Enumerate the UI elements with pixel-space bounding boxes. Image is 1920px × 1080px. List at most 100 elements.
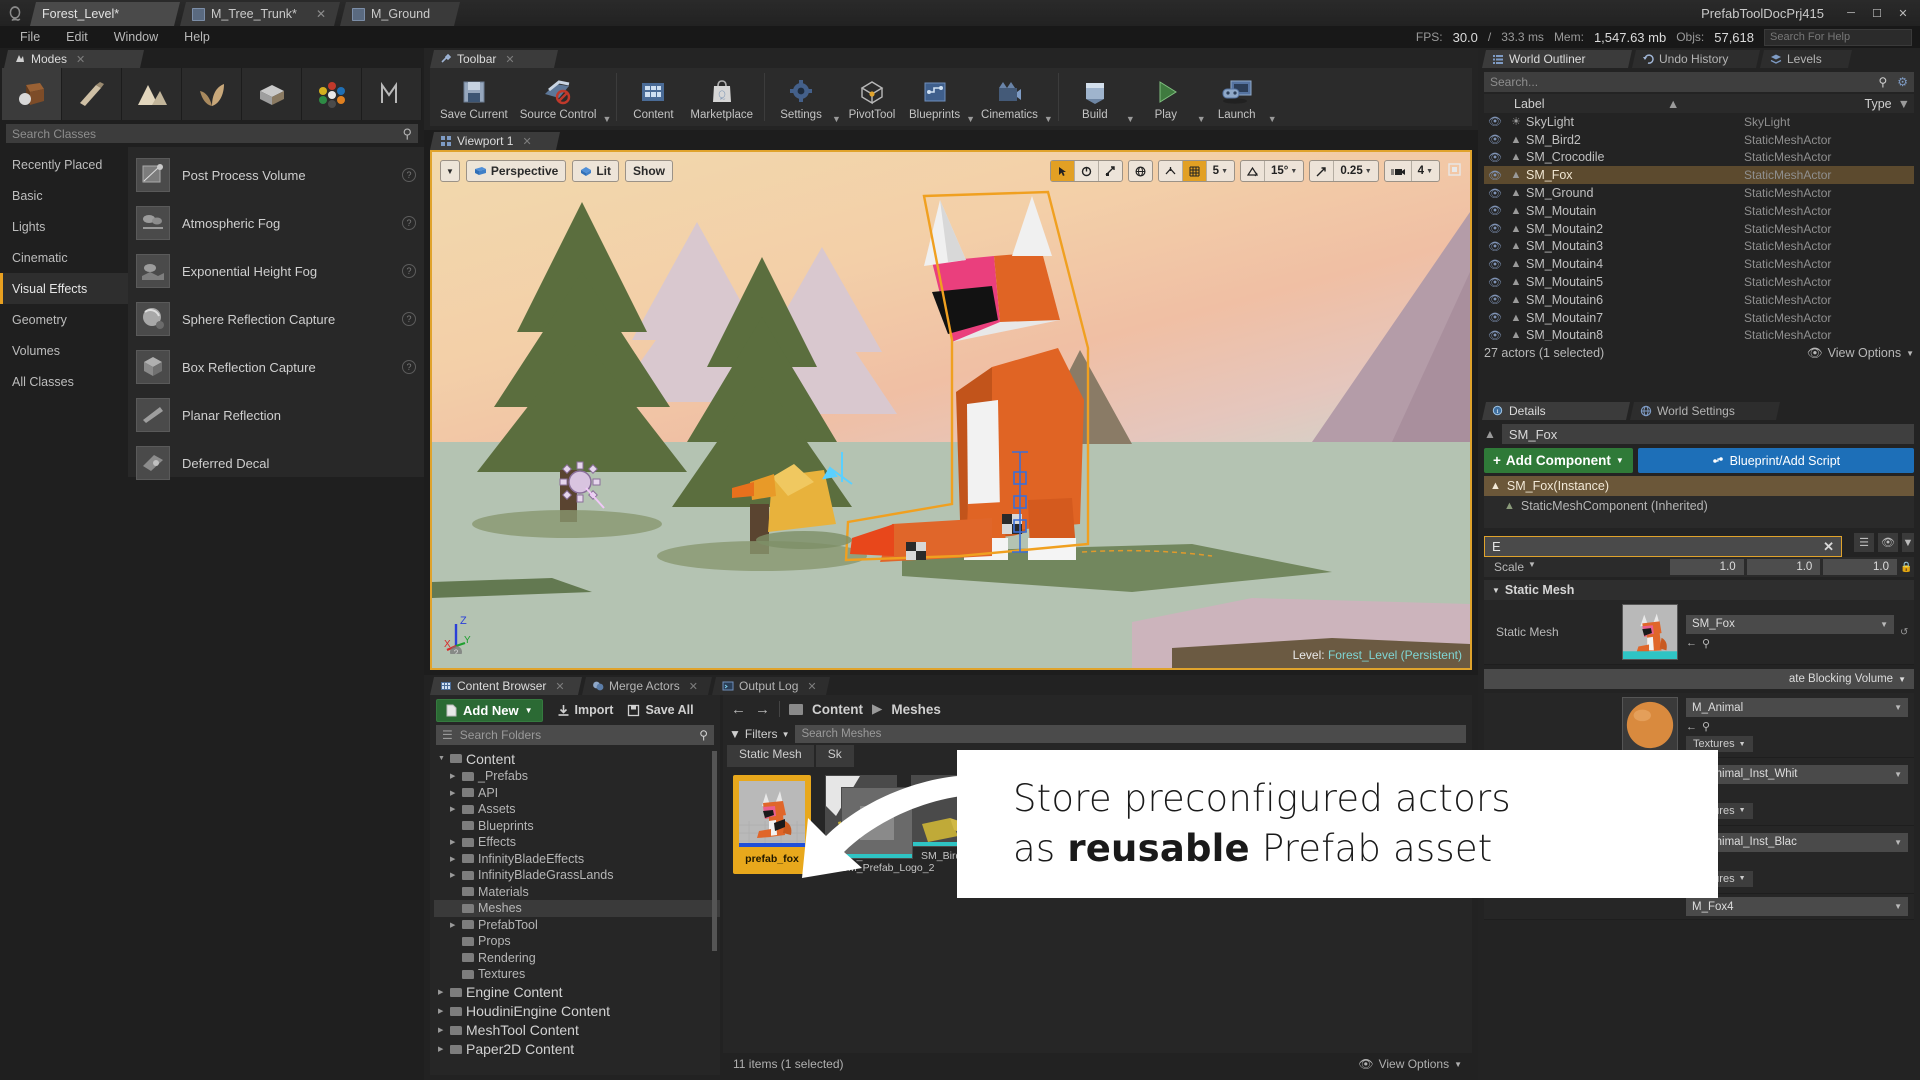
tree-node-materials[interactable]: Materials: [434, 884, 720, 901]
place-mode-icon[interactable]: [2, 68, 62, 120]
tree-node-api[interactable]: ▶ API: [434, 785, 720, 802]
tree-node-effects[interactable]: ▶ Effects: [434, 834, 720, 851]
mesh-paint-mode-icon[interactable]: [302, 68, 362, 120]
window-tab-m-tree-trunk[interactable]: M_Tree_Trunk* ✕: [180, 2, 340, 26]
visibility-eye-icon[interactable]: 👁: [1484, 187, 1506, 200]
close-icon[interactable]: ✕: [689, 680, 698, 693]
tree-node-paper2d-content[interactable]: ▶ Paper2D Content: [434, 1040, 720, 1059]
tab-viewport-1[interactable]: Viewport 1 ✕: [430, 132, 560, 150]
meshtool-mode-icon[interactable]: [362, 68, 422, 120]
category-visual-effects[interactable]: Visual Effects: [0, 273, 128, 304]
back-icon[interactable]: ←: [731, 701, 746, 718]
visibility-eye-icon[interactable]: 👁: [1484, 258, 1506, 271]
tree-node-engine-content[interactable]: ▶ Engine Content: [434, 983, 720, 1002]
close-icon[interactable]: ✕: [76, 53, 85, 66]
visibility-eye-icon[interactable]: 👁: [1484, 276, 1506, 289]
tree-node-houdiniengine-content[interactable]: ▶ HoudiniEngine Content: [434, 1002, 720, 1021]
details-list-view-icon[interactable]: ☰: [1854, 533, 1874, 552]
breadcrumb-meshes[interactable]: Meshes: [891, 702, 941, 717]
paint-mode-icon[interactable]: [62, 68, 122, 120]
tree-node-prefabtool[interactable]: ▶ PrefabTool: [434, 917, 720, 934]
outliner-row-sm-ground[interactable]: 👁 ▲ SM_Ground StaticMeshActor: [1484, 184, 1914, 202]
help-icon[interactable]: ?: [402, 360, 416, 374]
menu-file[interactable]: File: [8, 28, 52, 46]
rotation-snap-icon[interactable]: [1241, 161, 1265, 181]
outliner-row-sm-bird2[interactable]: 👁 ▲ SM_Bird2 StaticMeshActor: [1484, 131, 1914, 149]
chevron-down-icon[interactable]: ▼: [438, 755, 446, 762]
source-control-dropdown-icon[interactable]: ▼: [602, 98, 611, 124]
outliner-row-sm-moutain[interactable]: 👁 ▲ SM_Moutain StaticMeshActor: [1484, 202, 1914, 220]
chevron-right-icon[interactable]: ▶: [438, 1045, 446, 1053]
scale-snap-icon[interactable]: [1310, 161, 1335, 181]
outliner-row-sm-moutain4[interactable]: 👁 ▲ SM_Moutain4 StaticMeshActor: [1484, 255, 1914, 273]
maximize-viewport-icon[interactable]: [1447, 162, 1462, 180]
outliner-row-sm-fox[interactable]: 👁 ▲ SM_Fox StaticMeshActor: [1484, 166, 1914, 185]
placeable-atmospheric-fog[interactable]: Atmospheric Fog ?: [128, 199, 424, 247]
tab-output-log[interactable]: Output Log ✕: [712, 677, 830, 695]
placeable-deferred-decal[interactable]: Deferred Decal: [128, 439, 424, 487]
chip-skeletal-mesh[interactable]: Sk: [815, 745, 854, 767]
static-mesh-combo[interactable]: SM_Fox ▼: [1686, 614, 1894, 634]
chevron-right-icon[interactable]: ▶: [450, 871, 458, 879]
geometry-edit-mode-icon[interactable]: [242, 68, 302, 120]
column-settings-icon[interactable]: ▼: [1898, 97, 1914, 111]
tree-node-infinityblade-effects[interactable]: ▶ InfinityBladeEffects: [434, 851, 720, 868]
tab-content-browser[interactable]: Content Browser ✕: [430, 677, 582, 695]
category-volumes[interactable]: Volumes: [0, 335, 128, 366]
tab-details[interactable]: i Details: [1482, 402, 1630, 420]
chevron-right-icon[interactable]: ▶: [450, 855, 458, 863]
save-all-button[interactable]: Save All: [627, 703, 694, 717]
tab-world-outliner[interactable]: World Outliner: [1482, 50, 1632, 68]
visibility-eye-icon[interactable]: 👁: [1484, 311, 1506, 324]
close-icon[interactable]: ✕: [522, 135, 531, 148]
cinematics-dropdown-icon[interactable]: ▼: [1044, 98, 1053, 124]
close-icon[interactable]: ✕: [306, 7, 326, 21]
column-label[interactable]: Label: [1484, 97, 1749, 111]
outliner-settings-icon[interactable]: ⚙: [1897, 75, 1908, 89]
add-component-button[interactable]: + Add Component ▼: [1484, 448, 1633, 473]
material-combo[interactable]: M_Animal ▼: [1686, 698, 1908, 717]
placeable-post-process-volume[interactable]: Post Process Volume ?: [128, 151, 424, 199]
outliner-row-sm-moutain7[interactable]: 👁 ▲ SM_Moutain7 StaticMeshActor: [1484, 309, 1914, 327]
outliner-search-input[interactable]: Search... ⚲ ⚙: [1484, 72, 1914, 92]
blueprints-dropdown-icon[interactable]: ▼: [966, 98, 975, 124]
save-current-button[interactable]: Save Current: [434, 74, 514, 124]
tab-world-settings[interactable]: World Settings: [1630, 402, 1780, 420]
close-button[interactable]: ✕: [1890, 3, 1916, 23]
tree-node-infinityblade-grasslands[interactable]: ▶ InfinityBladeGrassLands: [434, 867, 720, 884]
outliner-row-sm-moutain5[interactable]: 👁 ▲ SM_Moutain5 StaticMeshActor: [1484, 273, 1914, 291]
menu-edit[interactable]: Edit: [54, 28, 100, 46]
visibility-eye-icon[interactable]: 👁: [1484, 329, 1506, 341]
menu-window[interactable]: Window: [102, 28, 170, 46]
visibility-eye-icon[interactable]: 👁: [1484, 151, 1506, 164]
foliage-mode-icon[interactable]: [182, 68, 242, 120]
clear-search-icon[interactable]: ✕: [1823, 539, 1834, 555]
help-icon[interactable]: ?: [402, 216, 416, 230]
tree-node-textures[interactable]: Textures: [434, 966, 720, 983]
window-tab-m-ground[interactable]: M_Ground: [340, 2, 460, 26]
visibility-eye-icon[interactable]: 👁: [1484, 169, 1506, 182]
browse-to-asset-icon[interactable]: ⚲: [1702, 720, 1710, 733]
visibility-eye-icon[interactable]: 👁: [1484, 115, 1506, 128]
visibility-eye-icon[interactable]: 👁: [1484, 133, 1506, 146]
landscape-mode-icon[interactable]: [122, 68, 182, 120]
details-search-input[interactable]: E ✕: [1484, 536, 1842, 557]
chevron-right-icon[interactable]: ▶: [438, 1007, 446, 1015]
material-combo[interactable]: M_Animal_Inst_Blac ▼: [1686, 832, 1908, 852]
column-type[interactable]: Type: [1865, 97, 1898, 111]
outliner-row-sm-moutain6[interactable]: 👁 ▲ SM_Moutain6 StaticMeshActor: [1484, 291, 1914, 309]
rotation-snap-value[interactable]: 15° ▼: [1265, 161, 1303, 181]
content-button[interactable]: Content: [622, 74, 684, 124]
visibility-eye-icon[interactable]: 👁: [1484, 240, 1506, 253]
chevron-down-icon[interactable]: ▼: [1902, 533, 1914, 552]
outliner-row-sm-moutain3[interactable]: 👁 ▲ SM_Moutain3 StaticMeshActor: [1484, 238, 1914, 256]
details-eye-icon[interactable]: 👁: [1878, 533, 1898, 552]
pivottool-button[interactable]: PivotTool: [841, 74, 903, 124]
menu-help[interactable]: Help: [172, 28, 222, 46]
surface-snap-icon[interactable]: [1159, 161, 1183, 181]
help-icon[interactable]: ?: [402, 168, 416, 182]
view-mode-lit-button[interactable]: Lit: [572, 160, 619, 182]
placeable-box-reflection-capture[interactable]: Box Reflection Capture ?: [128, 343, 424, 391]
search-classes-input[interactable]: Search Classes ⚲: [6, 124, 418, 143]
help-icon[interactable]: ?: [402, 264, 416, 278]
